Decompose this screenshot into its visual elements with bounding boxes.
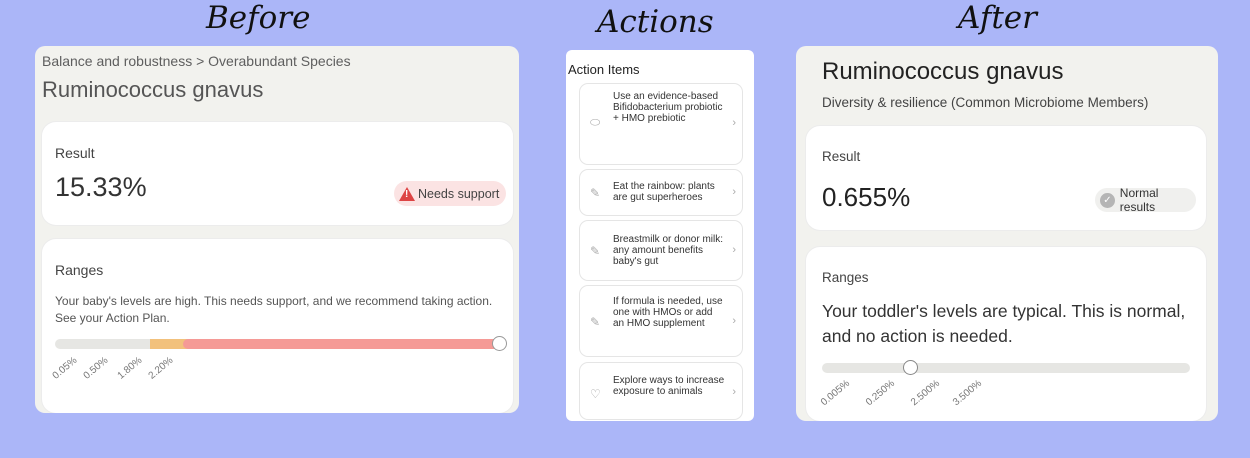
action-items-title: Action Items xyxy=(568,62,640,77)
range-tick: 3.500% xyxy=(950,378,984,409)
pill-icon: ⬭ xyxy=(590,115,601,129)
before-panel: Balance and robustness > Overabundant Sp… xyxy=(35,46,519,413)
chevron-right-icon: › xyxy=(732,244,736,256)
after-panel: Ruminococcus gnavus Diversity & resilien… xyxy=(796,46,1218,421)
range-tick: 0.250% xyxy=(863,378,897,409)
chevron-right-icon: › xyxy=(732,386,736,398)
action-item[interactable]: ⬭ Use an evidence-based Bifidobacterium … xyxy=(580,84,742,164)
result-value: 15.33% xyxy=(55,172,147,202)
page-title: Ruminococcus gnavus xyxy=(42,77,264,102)
chevron-right-icon: › xyxy=(732,186,736,198)
range-tick: 1.80% xyxy=(115,355,145,382)
status-badge-label: Normal results xyxy=(1119,186,1159,214)
status-badge-label: Needs support xyxy=(418,186,500,201)
warning-icon xyxy=(399,186,415,201)
action-item-label: If formula is needed, use one with HMOs … xyxy=(613,296,723,329)
action-item[interactable]: ✎ If formula is needed, use one with HMO… xyxy=(580,286,742,356)
level-marker xyxy=(903,360,918,375)
result-label: Result xyxy=(55,145,95,161)
ranges-card: Ranges Your toddler's levels are typical… xyxy=(806,247,1206,421)
range-tick: 0.005% xyxy=(818,378,852,409)
ranges-description: Your toddler's levels are typical. This … xyxy=(822,301,1186,346)
after-heading: After xyxy=(958,0,1037,36)
action-item-label: Explore ways to increase exposure to ani… xyxy=(613,375,725,397)
category-subtitle: Diversity & resilience (Common Microbiom… xyxy=(822,95,1149,110)
action-item[interactable]: ✎ Breastmilk or donor milk: any amount b… xyxy=(580,221,742,280)
result-card: Result 15.33% Needs support xyxy=(42,122,513,225)
level-marker xyxy=(492,336,507,351)
status-badge: Needs support xyxy=(394,181,506,206)
action-item-label: Use an evidence-based Bifidobacterium pr… xyxy=(613,91,723,124)
check-icon: ✓ xyxy=(1100,192,1115,208)
carrot-icon: ✎ xyxy=(590,244,601,258)
actions-heading: Actions xyxy=(597,4,714,40)
result-label: Result xyxy=(822,149,861,164)
action-item-label: Eat the rainbow: plants are gut superher… xyxy=(613,181,715,203)
range-high-bar xyxy=(183,339,499,349)
breadcrumb[interactable]: Balance and robustness > Overabundant Sp… xyxy=(42,53,351,69)
ranges-card: Ranges Your baby's levels are high. This… xyxy=(42,239,513,413)
ranges-label: Ranges xyxy=(55,262,104,278)
actions-panel: Action Items ⬭ Use an evidence-based Bif… xyxy=(566,50,754,421)
page-title: Ruminococcus gnavus xyxy=(822,58,1064,85)
action-item[interactable]: ♡ Explore ways to increase exposure to a… xyxy=(580,363,742,419)
range-bar xyxy=(822,363,1190,373)
ranges-description: Your baby's levels are high. This needs … xyxy=(55,294,493,325)
chevron-right-icon: › xyxy=(732,315,736,327)
action-item[interactable]: ✎ Eat the rainbow: plants are gut superh… xyxy=(580,170,742,215)
chevron-right-icon: › xyxy=(732,117,736,129)
result-card: Result 0.655% ✓ Normal results xyxy=(806,126,1206,230)
ranges-label: Ranges xyxy=(822,270,869,285)
range-tick: 0.50% xyxy=(81,355,111,382)
carrot-icon: ✎ xyxy=(590,315,601,329)
range-tick: 0.05% xyxy=(50,355,80,382)
range-normal-bar xyxy=(55,339,155,349)
status-badge: ✓ Normal results xyxy=(1095,186,1196,214)
before-heading: Before xyxy=(206,0,311,36)
heart-icon: ♡ xyxy=(590,387,601,401)
range-tick: 2.20% xyxy=(146,355,176,382)
result-value: 0.655% xyxy=(822,182,911,212)
action-item-label: Breastmilk or donor milk: any amount ben… xyxy=(613,234,724,267)
carrot-icon: ✎ xyxy=(590,186,601,200)
range-tick: 2.500% xyxy=(908,378,942,409)
